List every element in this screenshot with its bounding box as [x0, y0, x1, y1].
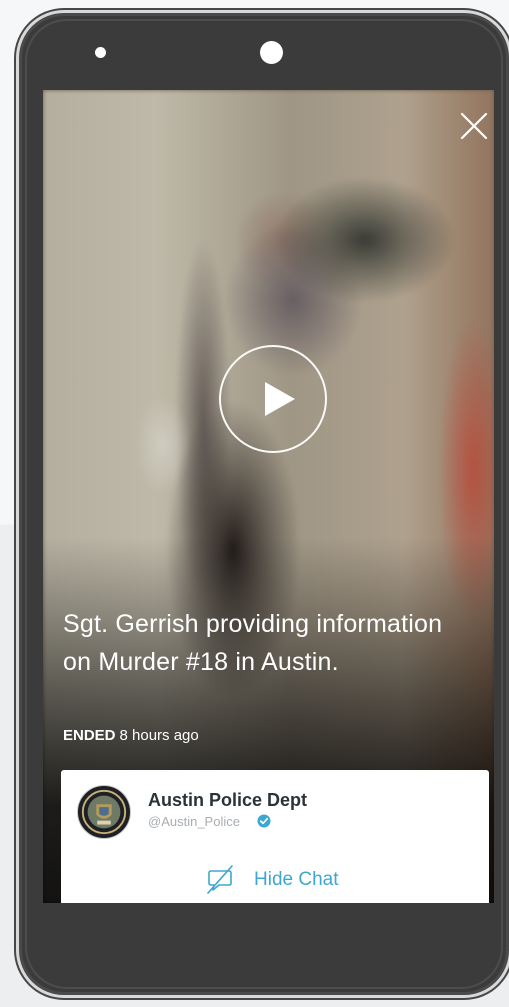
broadcast-status: ENDED 8 hours ago — [63, 726, 199, 746]
close-icon — [460, 112, 488, 140]
hide-chat-label: Hide Chat — [254, 869, 339, 890]
time-ago: 8 hours ago — [119, 727, 199, 744]
avatar[interactable] — [77, 785, 131, 839]
broadcaster-name[interactable]: Austin Police Dept — [148, 790, 307, 811]
phone-frame: Sgt. Gerrish providing information on Mu… — [16, 10, 509, 998]
ended-label: ENDED — [63, 727, 116, 744]
play-button[interactable] — [219, 345, 327, 453]
close-button[interactable] — [458, 110, 490, 142]
chat-hidden-icon — [207, 865, 233, 894]
broadcaster-card: Austin Police Dept @Austin_Police Hide C… — [61, 770, 489, 903]
play-icon — [265, 382, 295, 416]
verified-badge-icon — [257, 814, 271, 828]
broadcaster-handle: @Austin_Police — [148, 814, 240, 829]
broadcast-title: Sgt. Gerrish providing information on Mu… — [63, 610, 443, 676]
phone-screen: Sgt. Gerrish providing information on Mu… — [43, 90, 494, 903]
proximity-sensor — [95, 47, 106, 58]
front-camera — [260, 41, 283, 64]
